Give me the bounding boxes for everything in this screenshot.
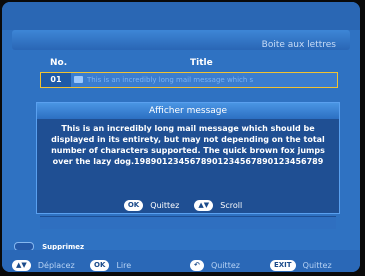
row-number: 01 [41,73,71,87]
tv-screen: Boite aux lettres No. Title 01 This is a… [2,2,360,272]
read-hint[interactable]: OK Lire [90,255,132,271]
empty-list-rows [40,216,336,229]
top-band [2,2,360,30]
read-label: Lire [116,261,132,270]
back-hint[interactable]: ↶ Quittez [190,255,240,271]
column-header-no: No. [50,58,68,68]
message-text: This is an incredibly long mail message … [51,124,325,166]
exit-hint[interactable]: EXIT Quittez [270,255,332,271]
table-header: No. Title [36,58,350,72]
ok-key-bottom: OK [90,260,110,271]
quit-label: Quittez [150,201,180,210]
page-title: Boite aux lettres [261,40,336,50]
mail-list-row[interactable]: 01 This is an incredibly long mail messa… [40,72,338,88]
ok-key[interactable]: OK [123,200,144,211]
dialog-hints: OK Quittez ▲▼ Scroll [37,195,339,211]
exit-key: EXIT [270,260,296,271]
scroll-label: Scroll [220,201,243,210]
back-key-icon: ↶ [190,260,204,271]
back-label: Quittez [210,261,240,270]
dialog-title: Afficher message [37,103,339,119]
delete-action[interactable]: Supprimez [14,236,84,251]
row-title: This is an incredibly long mail message … [87,76,254,84]
move-hint[interactable]: ▲▼ Déplacez [12,255,75,271]
message-dialog: Afficher message This is an incredibly l… [36,102,340,214]
column-header-title: Title [190,58,213,68]
exit-label: Quittez [302,261,332,270]
bottom-hint-bar: ▲▼ Déplacez OK Lire ↶ Quittez EXIT Quitt… [2,250,360,272]
mail-icon [74,76,83,83]
scroll-key-icon[interactable]: ▲▼ [194,200,214,211]
move-label: Déplacez [37,261,75,270]
updown-key-icon: ▲▼ [12,260,31,271]
